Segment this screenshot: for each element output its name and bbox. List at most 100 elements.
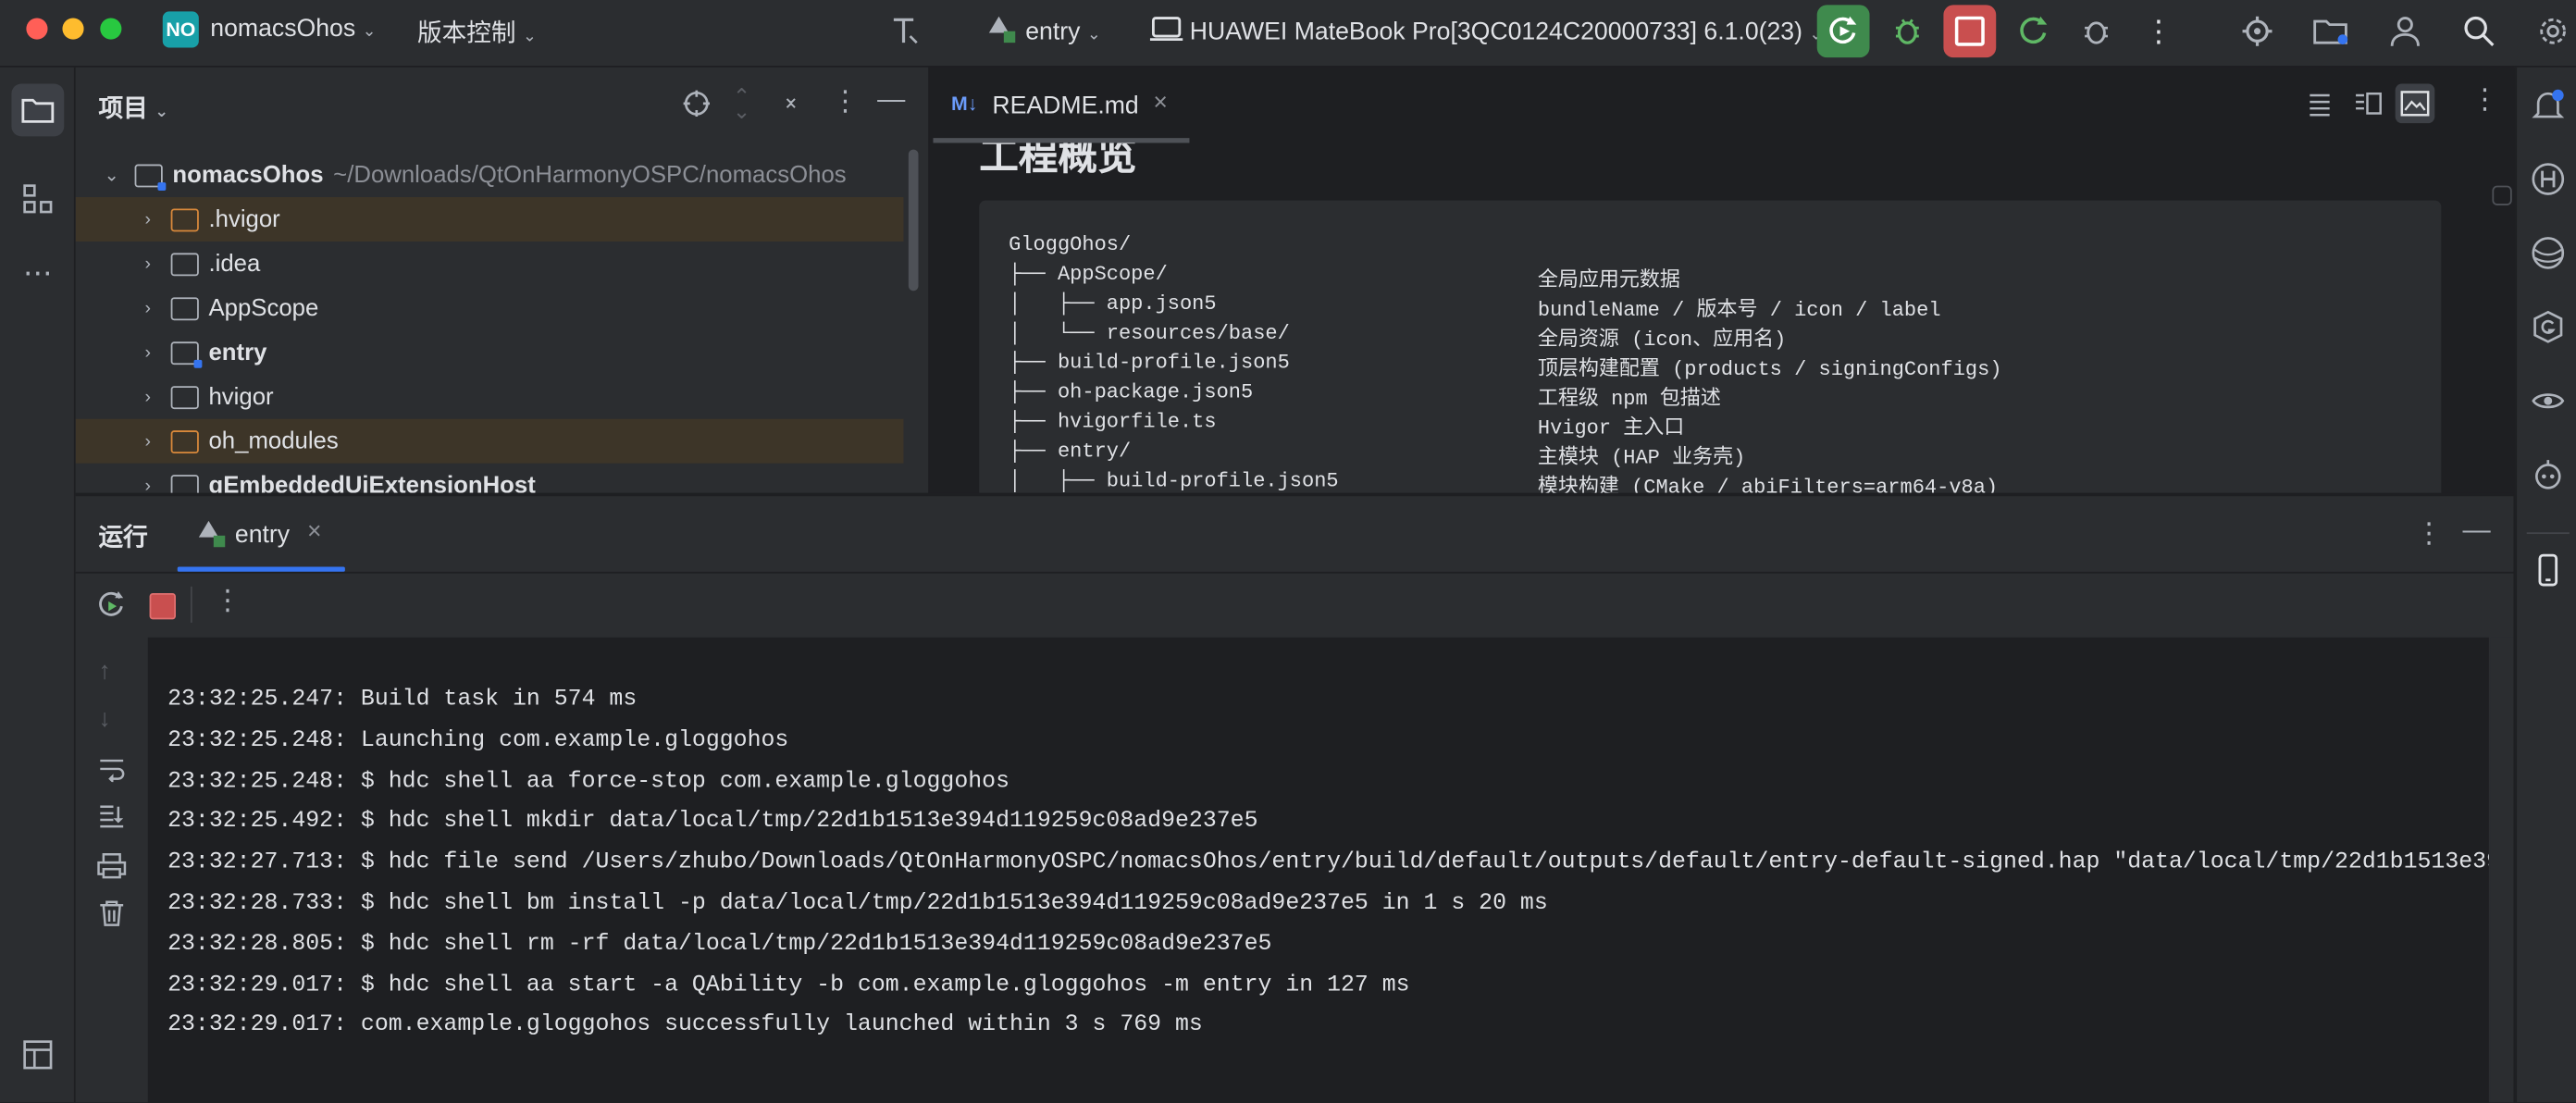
device-phone-icon[interactable]	[2527, 549, 2570, 591]
tab-label: README.md	[992, 92, 1139, 120]
close-tab-icon[interactable]: ×	[307, 517, 322, 545]
device-selector[interactable]: HUAWEI MateBook Pro[3QC0124C20000733] 6.…	[1149, 15, 1823, 51]
tree-item-label: AppScope	[208, 294, 319, 322]
log-line: 23:32:28.805: $ hdc shell rm -rf data/lo…	[167, 931, 1272, 959]
rerun-icon[interactable]	[97, 589, 127, 627]
code-tree: ├── entry/	[1009, 440, 1132, 464]
log-line: 23:32:27.713: $ hdc file send /Users/zhu…	[167, 849, 2489, 876]
tree-item-oh-modules[interactable]: › oh_modules	[75, 418, 904, 464]
code-tree: │ ├── build-profile.json5	[1009, 469, 1339, 493]
ide-window: NO nomacsOhos ⌄ 版本控制 ⌄ entry ⌄ HUAWEI Ma…	[0, 0, 2576, 1103]
code-with-me-icon[interactable]	[2235, 10, 2278, 53]
print-icon[interactable]	[97, 851, 127, 889]
structure-icon[interactable]	[17, 178, 59, 220]
chevron-right-icon: ›	[144, 298, 152, 318]
run-toolbar-more-icon[interactable]: ⋮	[214, 585, 242, 618]
sphere-icon[interactable]	[2527, 231, 2570, 274]
project-view-selector[interactable]: 项目 ⌄	[99, 91, 169, 125]
account-icon[interactable]	[2384, 10, 2426, 53]
run-panel-title: 运行	[98, 524, 148, 552]
search-icon[interactable]	[2458, 10, 2500, 53]
tree-item-label: qEmbeddedUiExtensionHost	[208, 472, 536, 493]
zoom-window-button[interactable]	[100, 18, 122, 40]
project-switcher[interactable]: nomacsOhos ⌄	[210, 15, 376, 43]
close-window-button[interactable]	[26, 18, 48, 40]
preview-only-view-icon[interactable]	[2395, 83, 2435, 124]
scroll-to-end-icon[interactable]	[97, 803, 127, 837]
apply-changes-icon[interactable]	[2012, 10, 2055, 53]
notifications-bell-icon[interactable]	[2527, 84, 2570, 127]
minimize-window-button[interactable]	[62, 18, 84, 40]
panel-options-icon[interactable]: ⋮	[831, 85, 859, 118]
stop-icon[interactable]	[149, 592, 176, 620]
clear-trash-icon[interactable]	[97, 899, 127, 936]
settings-gear-icon[interactable]	[2532, 10, 2574, 53]
tab-run-entry[interactable]: entry ×	[177, 496, 345, 572]
code-tree: ├── build-profile.json5	[1009, 351, 1290, 375]
console-output[interactable]: 23:32:25.247: Build task in 574 ms 23:32…	[147, 637, 2489, 1103]
assistant-robot-icon[interactable]	[2527, 453, 2570, 496]
editor-tab-bar: M↓ README.md × ⋮	[929, 67, 2514, 143]
split-view-icon[interactable]	[2353, 89, 2383, 127]
excluded-folder-icon	[170, 429, 199, 453]
rerun-button[interactable]	[1816, 5, 1870, 58]
hide-panel-icon[interactable]: —	[877, 84, 905, 118]
title-bar: NO nomacsOhos ⌄ 版本控制 ⌄ entry ⌄ HUAWEI Ma…	[0, 0, 2576, 68]
toolbar-divider	[190, 586, 192, 623]
code-desc: 模块构建 (CMake / abiFilters=arm64-v8a)	[1537, 476, 1999, 493]
attach-debugger-icon[interactable]	[2074, 10, 2117, 53]
run-config-selector[interactable]: entry ⌄	[985, 15, 1101, 51]
eye-icon[interactable]	[2527, 379, 2570, 422]
tree-item-root[interactable]: ⌄ nomacsOhos ~/Downloads/QtOnHarmonyOSPC…	[76, 153, 904, 197]
code-tree: │ ├── app.json5	[1009, 292, 1217, 316]
log-line: 23:32:29.017: com.example.gloggohos succ…	[167, 1011, 1203, 1039]
project-scrollbar[interactable]	[908, 149, 919, 291]
collapse-all-icon[interactable]: ⌄ ⌃	[782, 85, 799, 121]
more-actions-icon[interactable]: ⋮	[2137, 10, 2180, 53]
locate-file-icon[interactable]	[682, 89, 712, 127]
more-tools-icon[interactable]: ⋯	[17, 252, 59, 294]
close-tab-icon[interactable]: ×	[1153, 89, 1168, 117]
stop-button[interactable]	[1943, 5, 1997, 58]
harmony-h-icon[interactable]	[2527, 157, 2570, 200]
vcs-label: 版本控制	[416, 19, 516, 48]
tree-item-appscope[interactable]: › AppScope	[76, 286, 904, 330]
editor-only-view-icon[interactable]	[2305, 89, 2334, 127]
tree-item-qembedded[interactable]: › qEmbeddedUiExtensionHost	[76, 464, 904, 493]
debug-icon[interactable]	[1886, 10, 1928, 53]
right-tool-strip	[2515, 67, 2576, 1103]
tree-item-entry[interactable]: › entry	[76, 330, 904, 375]
vcs-menu[interactable]: 版本控制 ⌄	[417, 15, 537, 49]
soft-wrap-icon[interactable]	[97, 756, 127, 790]
chevron-right-icon: ›	[144, 209, 152, 229]
tree-item-label: hvigor	[208, 383, 274, 410]
editor-options-icon[interactable]: ⋮	[2471, 84, 2498, 118]
code-desc: 全局资源 (icon、应用名)	[1537, 328, 1787, 352]
console-scrollbar-track[interactable]	[2490, 637, 2514, 1103]
log-line: 23:32:25.248: Launching com.example.glog…	[167, 727, 789, 754]
tree-item-hvigor-dot[interactable]: › .hvigor	[75, 197, 904, 242]
folder-sync-icon[interactable]	[2310, 10, 2352, 53]
code-tree: ├── oh-package.json5	[1009, 380, 1254, 404]
code-desc: 工程级 npm 包描述	[1537, 388, 1721, 411]
arrow-up-icon[interactable]: ↑	[99, 657, 111, 685]
project-tool-folder-icon[interactable]	[11, 83, 65, 137]
hide-run-panel-icon[interactable]: —	[2462, 514, 2490, 548]
tab-readme[interactable]: M↓ README.md ×	[930, 68, 1190, 143]
tree-item-idea[interactable]: › .idea	[76, 242, 904, 286]
arrow-down-icon[interactable]: ↓	[99, 705, 111, 733]
log-line: 23:32:25.247: Build task in 574 ms	[167, 687, 638, 713]
project-badge[interactable]: NO	[162, 11, 199, 48]
editor-scroll-marker[interactable]	[2492, 185, 2512, 205]
chevron-down-icon: ⌄	[1086, 26, 1101, 44]
layout-panel-icon[interactable]	[17, 1034, 59, 1076]
text-tool-icon[interactable]	[884, 10, 926, 53]
run-panel-options-icon[interactable]: ⋮	[2415, 517, 2443, 551]
expand-all-icon[interactable]: ⌃ ⌄	[733, 85, 750, 121]
project-name: nomacsOhos	[210, 14, 356, 43]
tree-item-hvigor[interactable]: › hvigor	[76, 375, 904, 419]
chevron-right-icon: ›	[144, 342, 152, 363]
g-badge-icon[interactable]	[2527, 305, 2570, 348]
chevron-right-icon: ›	[144, 387, 152, 407]
editor-area: M↓ README.md × ⋮ 工程概览 GloggOhos/ ├── App…	[929, 67, 2514, 493]
